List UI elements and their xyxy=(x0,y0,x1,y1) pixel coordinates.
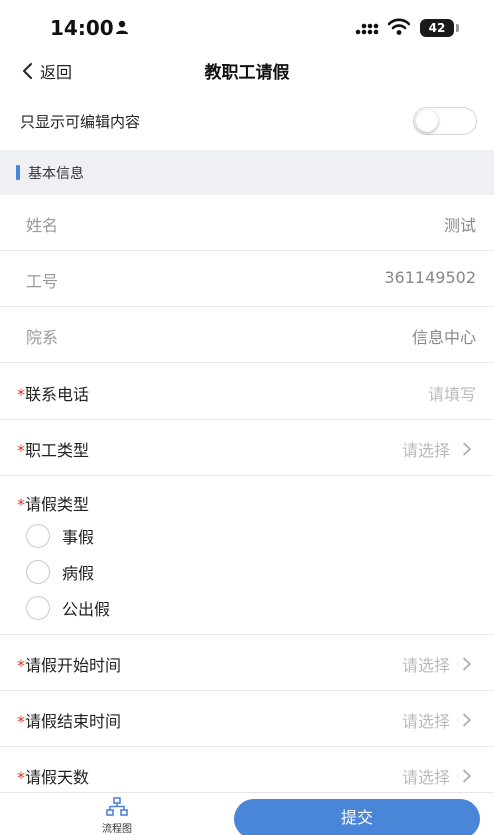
wifi-icon xyxy=(388,18,410,35)
start-time-placeholder: 请选择 xyxy=(401,656,450,675)
editable-only-row: 只显示可编辑内容 xyxy=(0,98,494,146)
staff-type-select[interactable]: 请选择 xyxy=(402,437,474,461)
start-time-label: *请假开始时间 xyxy=(17,652,121,676)
department-label: 院系 xyxy=(26,328,59,347)
start-time-row: *请假开始时间 请选择 xyxy=(0,635,494,691)
required-mark: * xyxy=(17,441,25,460)
staff-type-label-text: 职工类型 xyxy=(25,441,90,460)
required-mark: * xyxy=(17,495,25,514)
radio-circle xyxy=(26,524,50,548)
staff-type-label: *职工类型 xyxy=(17,437,89,461)
leave-type-label-text: 请假类型 xyxy=(25,495,90,514)
flowchart-icon xyxy=(106,797,128,816)
end-time-label-text: 请假结束时间 xyxy=(25,712,122,731)
battery-icon: 42 xyxy=(420,19,454,37)
phone-input[interactable]: 请填写 xyxy=(428,381,476,405)
radio-circle xyxy=(26,560,50,584)
section-header: 基本信息 xyxy=(0,150,494,195)
flowchart-label: 流程图 xyxy=(102,824,132,835)
required-mark: * xyxy=(17,656,25,675)
chevron-right-icon xyxy=(463,442,471,456)
radio-circle xyxy=(26,596,50,620)
chevron-right-icon xyxy=(463,713,471,727)
section-accent-bar xyxy=(16,165,20,180)
flowchart-button[interactable]: 流程图 xyxy=(88,797,146,835)
end-time-placeholder: 请选择 xyxy=(401,712,450,731)
status-bar: 14:00 42 xyxy=(0,0,494,50)
department-row: 院系 信息中心 xyxy=(0,307,494,363)
toggle-knob xyxy=(416,110,438,132)
staff-type-placeholder: 请选择 xyxy=(401,441,450,460)
department-value: 信息中心 xyxy=(411,328,476,347)
person-icon xyxy=(116,20,128,34)
status-time: 14:00 xyxy=(50,16,114,40)
start-time-label-text: 请假开始时间 xyxy=(25,656,122,675)
submit-button[interactable]: 提交 xyxy=(234,799,480,835)
editable-only-label: 只显示可编辑内容 xyxy=(20,113,141,131)
page-title: 教职工请假 xyxy=(204,63,290,83)
section-title: 基本信息 xyxy=(28,166,84,182)
bottom-action-bar: 流程图 提交 xyxy=(0,792,494,835)
radio-sick-leave[interactable]: 病假 xyxy=(26,559,94,585)
name-value: 测试 xyxy=(443,216,476,235)
required-mark: * xyxy=(17,712,25,731)
required-mark: * xyxy=(17,385,25,404)
radio-personal-leave[interactable]: 事假 xyxy=(26,523,94,549)
radio-label: 病假 xyxy=(62,564,95,583)
name-row: 姓名 测试 xyxy=(0,195,494,251)
days-select[interactable]: 请选择 xyxy=(402,764,474,788)
radio-label: 事假 xyxy=(62,528,95,547)
battery-cap xyxy=(456,24,459,32)
signal-icon xyxy=(355,23,379,35)
start-time-select[interactable]: 请选择 xyxy=(402,652,474,676)
name-label: 姓名 xyxy=(26,216,59,235)
end-time-select[interactable]: 请选择 xyxy=(402,708,474,732)
radio-label: 公出假 xyxy=(62,600,111,619)
end-time-label: *请假结束时间 xyxy=(17,708,121,732)
leave-type-group: *请假类型 事假 病假 公出假 xyxy=(0,477,494,635)
phone-label-text: 联系电话 xyxy=(25,385,90,404)
chevron-right-icon xyxy=(463,657,471,671)
required-mark: * xyxy=(17,768,25,787)
days-label-text: 请假天数 xyxy=(25,768,90,787)
phone-label: *联系电话 xyxy=(17,381,89,405)
staff-id-label: 工号 xyxy=(26,272,59,291)
leave-type-label: *请假类型 xyxy=(17,491,89,515)
end-time-row: *请假结束时间 请选择 xyxy=(0,691,494,747)
staff-id-row: 工号 361149502 xyxy=(0,251,494,307)
staff-type-row: *职工类型 请选择 xyxy=(0,420,494,476)
chevron-right-icon xyxy=(463,769,471,783)
staff-id-value: 361149502 xyxy=(384,268,476,287)
phone-row: *联系电话 请填写 xyxy=(0,364,494,420)
nav-bar: 返回 教职工请假 xyxy=(0,50,494,90)
days-placeholder: 请选择 xyxy=(401,768,450,787)
days-label: *请假天数 xyxy=(17,764,89,788)
editable-only-toggle[interactable] xyxy=(413,107,477,135)
radio-business-leave[interactable]: 公出假 xyxy=(26,595,110,621)
